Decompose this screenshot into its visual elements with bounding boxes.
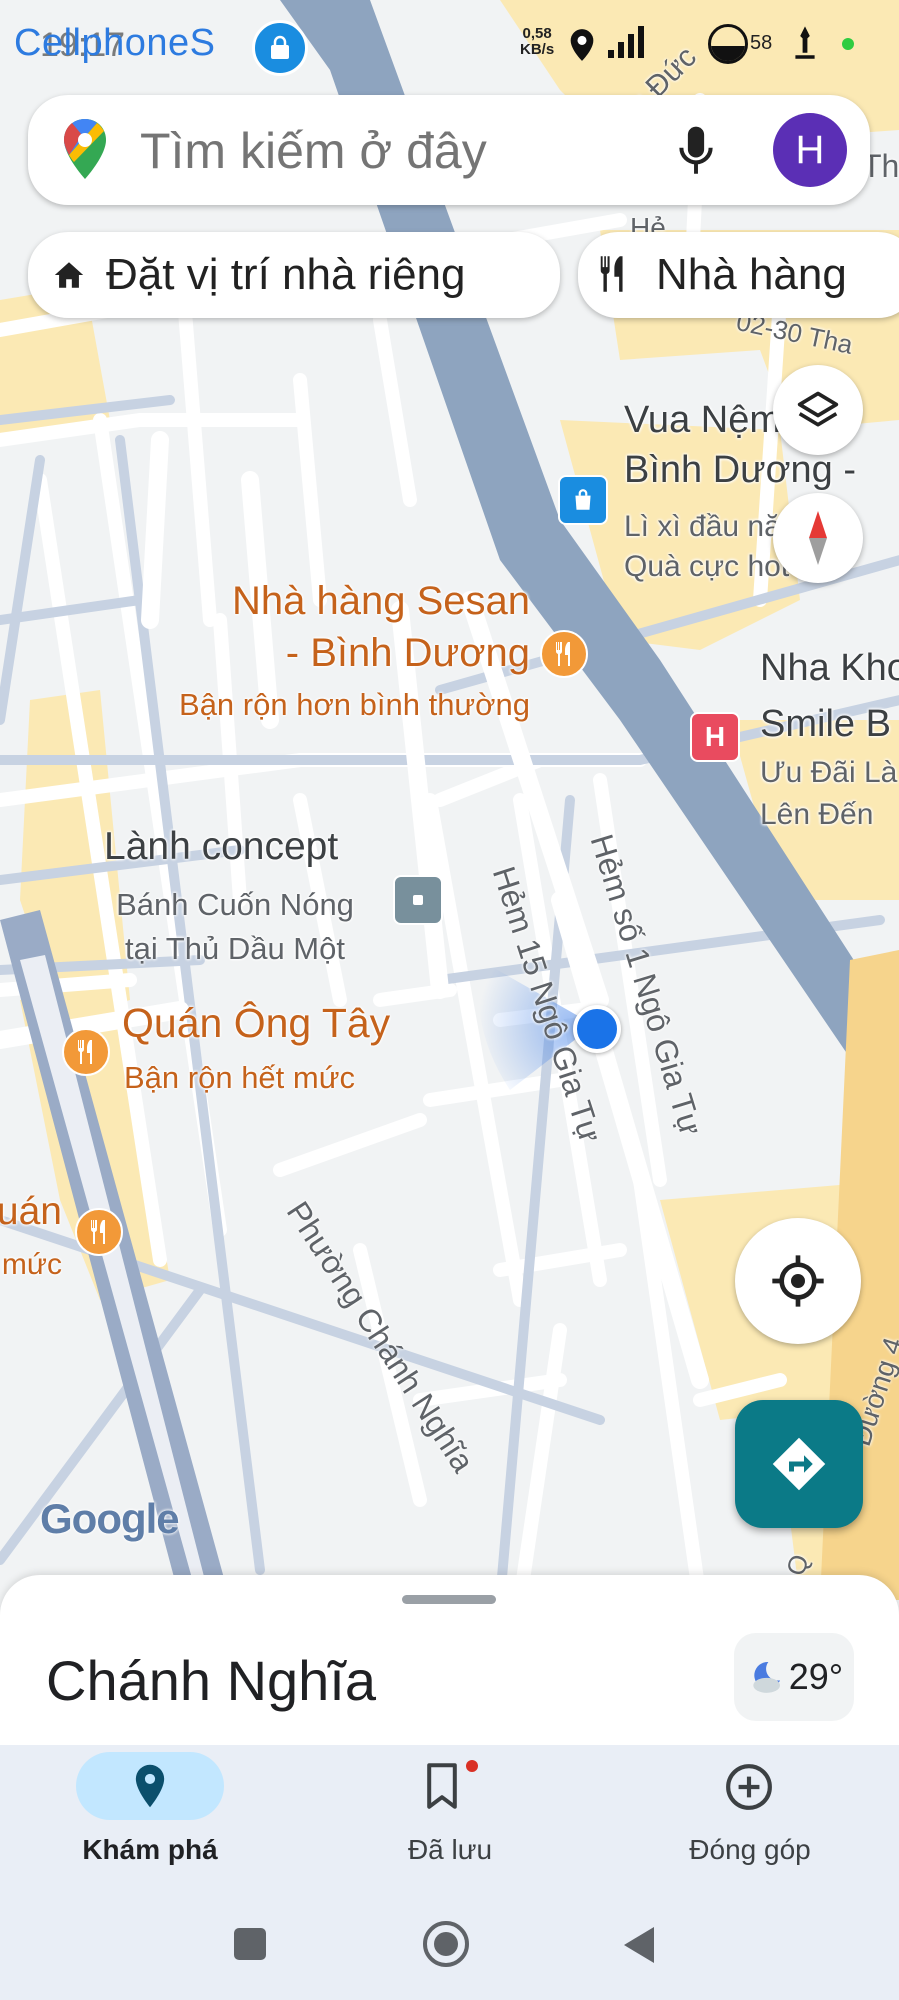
search-input[interactable] xyxy=(138,115,682,187)
my-location-button[interactable] xyxy=(735,1218,861,1344)
poi-desc-line: Bận rộn hơn bình thường xyxy=(179,687,530,722)
nav-item-contribute[interactable]: Đóng góp xyxy=(640,1752,860,1865)
poi-desc-line: Bận rộn hết mức xyxy=(124,1060,355,1095)
chip-label: Nhà hàng xyxy=(656,250,847,299)
battery-level: 58 xyxy=(750,32,773,54)
signal-icon xyxy=(606,26,650,65)
sheet-drag-handle[interactable] xyxy=(402,1595,496,1604)
poi-title-line: Nhà hàng Sesan xyxy=(231,579,530,623)
store-icon xyxy=(393,875,443,925)
poi-desc-line: Bánh Cuốn Nóng xyxy=(116,887,354,922)
active-dot-icon xyxy=(842,38,854,50)
poi-title-line: Quán Ông Tây xyxy=(122,1000,391,1046)
compass-button[interactable] xyxy=(773,493,863,583)
bottom-sheet[interactable]: Chánh Nghĩa 29° xyxy=(0,1575,899,1745)
weather-temp: 29° xyxy=(788,1656,844,1697)
net-speed-unit: KB/s xyxy=(520,41,555,58)
chip-set-home[interactable]: Đặt vị trí nhà riêng xyxy=(28,232,560,318)
restaurant-icon xyxy=(62,1028,110,1076)
nav-item-explore[interactable]: Khám phá xyxy=(40,1752,260,1865)
cellphones-overlay-logo: CellphoneS xyxy=(14,22,216,64)
lock-bag-icon xyxy=(252,20,308,76)
shopping-bag-icon xyxy=(558,475,608,525)
search-bar[interactable]: H xyxy=(28,95,870,205)
restaurant-icon xyxy=(75,1208,123,1256)
restaurant-icon xyxy=(540,630,588,678)
avatar-letter: H xyxy=(795,127,825,172)
add-circle-icon xyxy=(726,1764,772,1810)
net-speed-value: 0,58 xyxy=(522,25,552,42)
home-icon xyxy=(52,258,86,297)
status-bar: 19:17 CellphoneS 0,58 KB/s 58 xyxy=(0,0,899,90)
poi-nha-hang-sesan[interactable]: Nhà hàng Sesan - Bình Dương Bận rộn hơn … xyxy=(130,575,600,735)
nav-label: Đóng góp xyxy=(689,1834,811,1865)
chip-label: Đặt vị trí nhà riêng xyxy=(106,250,466,299)
back-button[interactable] xyxy=(622,1925,656,1970)
battery-saver-icon xyxy=(708,24,748,64)
recent-apps-button[interactable] xyxy=(234,1928,266,1960)
current-location-dot[interactable] xyxy=(573,1005,621,1053)
nav-label: Đã lưu xyxy=(407,1834,493,1865)
layers-button[interactable] xyxy=(773,365,863,455)
sheet-title: Chánh Nghĩa xyxy=(46,1649,377,1712)
poi-title-line: - Bình Dương xyxy=(285,631,530,675)
crosshair-icon xyxy=(772,1255,824,1307)
poi-quan-ong-tay[interactable]: Quán Ông Tây Bận rộn hết mức xyxy=(60,1000,440,1110)
directions-button[interactable] xyxy=(735,1400,863,1528)
poi-title-line: Smile B xyxy=(760,703,891,745)
poi-nha-khoa[interactable]: H Nha Khoa Smile B Ưu Đãi Là Lên Đến xyxy=(690,640,899,840)
poi-quan-clipped[interactable]: uán mức xyxy=(0,1190,140,1290)
chip-restaurants[interactable]: Nhà hàng xyxy=(578,232,899,318)
nav-item-saved[interactable]: Đã lưu xyxy=(340,1752,560,1865)
location-status-icon xyxy=(568,28,596,67)
saved-notification-dot xyxy=(466,1760,478,1772)
directions-icon xyxy=(772,1437,826,1491)
compass-icon xyxy=(809,511,827,565)
layers-icon xyxy=(797,391,839,427)
poi-title-line: uán xyxy=(0,1190,62,1233)
poi-title-line: Nha Khoa xyxy=(760,647,899,689)
restaurant-icon xyxy=(598,254,628,299)
weather-chip[interactable]: 29° xyxy=(734,1633,854,1721)
bookmark-icon xyxy=(427,1763,457,1809)
poi-desc-line: Lên Đến xyxy=(760,798,874,831)
poi-desc-line: mức xyxy=(1,1248,62,1281)
google-maps-pin-icon xyxy=(64,119,106,184)
poi-lanh-concept[interactable]: Lành concept Bánh Cuốn Nóng tại Thủ Dầu … xyxy=(90,825,460,975)
moon-cloud-icon xyxy=(753,1661,780,1693)
tool-icon xyxy=(790,24,820,65)
home-button[interactable] xyxy=(423,1921,469,1967)
poi-desc-line: Ưu Đãi Là xyxy=(760,756,898,789)
hospital-icon: H xyxy=(690,712,740,762)
microphone-icon[interactable] xyxy=(676,125,716,182)
google-logo: Google xyxy=(40,1495,180,1542)
poi-title-line: Lành concept xyxy=(104,825,339,868)
nav-label: Khám phá xyxy=(82,1834,218,1865)
poi-desc-line: tại Thủ Dầu Một xyxy=(125,931,345,966)
avatar[interactable]: H xyxy=(773,113,847,187)
explore-pin-icon xyxy=(135,1764,165,1808)
